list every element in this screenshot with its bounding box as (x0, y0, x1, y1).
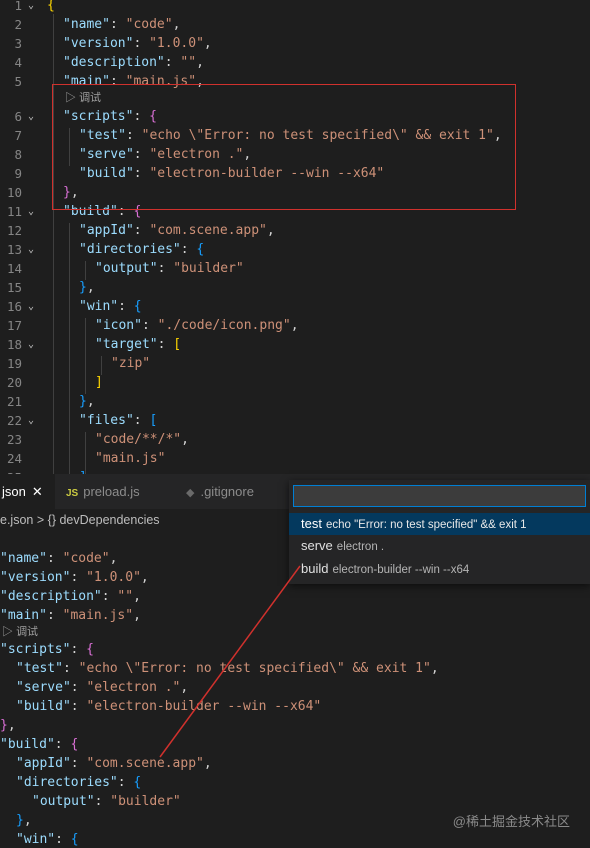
line-number: 10 (6, 185, 22, 200)
script-name: test (301, 516, 322, 531)
code-line: "description": "", (0, 589, 141, 604)
code-line: "main.js" (95, 451, 166, 466)
fold-chevron-icon[interactable]: ⌄ (28, 107, 34, 126)
line-number: 20 (6, 375, 22, 390)
line-number: 2 (14, 17, 22, 32)
breadcrumb-symbol[interactable]: devDependencies (59, 513, 159, 527)
code-line: "build": { (0, 737, 79, 752)
line-number: 13 (6, 242, 22, 257)
quick-pick-input[interactable] (293, 485, 586, 507)
code-line: "name": "code", (0, 551, 118, 566)
quick-pick-item-test[interactable]: test echo "Error: no test specified" && e… (289, 513, 590, 535)
fold-chevron-icon[interactable]: ⌄ (28, 240, 34, 259)
fold-chevron-icon[interactable]: ⌄ (28, 0, 34, 15)
script-name: serve (301, 538, 333, 553)
fold-chevron-icon[interactable]: ⌄ (28, 411, 34, 430)
quick-pick-item-serve[interactable]: serve electron . (289, 535, 590, 557)
braces-icon: {} (47, 513, 56, 527)
tab-package-json[interactable]: json ✕ (0, 474, 55, 509)
line-number: 18 (6, 337, 22, 352)
fold-chevron-icon[interactable]: ⌄ (28, 202, 34, 221)
script-command: electron . (336, 541, 385, 553)
breadcrumb: e.json > {} devDependencies (0, 511, 160, 529)
code-line: }, (79, 394, 95, 409)
code-line: "directories": { (16, 775, 142, 790)
line-number: 24 (6, 451, 22, 466)
annotation-highlight-box (52, 84, 516, 210)
code-line: "directories": { (79, 242, 205, 257)
code-line: "output": "builder" (95, 261, 244, 276)
line-number: 21 (6, 394, 22, 409)
line-number: 23 (6, 432, 22, 447)
git-file-icon: ◆ (186, 487, 195, 499)
code-line: "target": [ (95, 337, 182, 352)
code-line: "appId": "com.scene.app", (16, 756, 212, 771)
tab-gitignore[interactable]: ◆ .gitignore (186, 474, 286, 509)
code-line: }, (79, 280, 95, 295)
code-line: "win": { (79, 299, 142, 314)
script-command: echo "Error: no test specified" && exit … (325, 519, 527, 531)
code-line: "test": "echo \"Error: no test specified… (16, 661, 439, 676)
tab-preload-js[interactable]: JS preload.js (66, 474, 170, 509)
script-command: electron-builder --win --x64 (332, 564, 470, 576)
code-line: "files": [ (79, 413, 158, 428)
breadcrumb-file[interactable]: e.json (0, 513, 33, 527)
code-line: "build": "electron-builder --win --x64" (16, 699, 322, 714)
fold-chevron-icon[interactable]: ⌄ (28, 335, 34, 354)
tab-label: json (2, 484, 26, 499)
fold-chevron-icon[interactable]: ⌄ (28, 297, 34, 316)
line-number: 17 (6, 318, 22, 333)
indent-guide (85, 318, 86, 394)
code-line: "description": "", (63, 55, 204, 70)
line-number: 19 (6, 356, 22, 371)
line-number: 14 (6, 261, 22, 276)
code-line: "zip" (111, 356, 151, 371)
code-line: "version": "1.0.0", (63, 36, 212, 51)
script-name: build (301, 561, 329, 576)
line-number: 15 (6, 280, 22, 295)
code-line: "main": "main.js", (0, 608, 141, 623)
line-number: 16 (6, 299, 22, 314)
line-number: 11 (6, 204, 22, 219)
line-number: 7 (14, 128, 22, 143)
tab-label: .gitignore (200, 484, 254, 499)
tab-label: preload.js (83, 484, 140, 499)
code-line: }, (0, 718, 16, 733)
code-line: "serve": "electron .", (16, 680, 189, 695)
debug-codelens[interactable]: ▷ 调试 (2, 625, 38, 639)
line-number: 12 (6, 223, 22, 238)
code-line: "name": "code", (63, 17, 181, 32)
line-number: 3 (14, 36, 22, 51)
code-line: "scripts": { (0, 642, 94, 657)
code-line: }, (16, 813, 32, 828)
js-file-icon: JS (66, 488, 79, 499)
top-editor[interactable]: 1 2 3 4 5 6 7 8 9 10 11 12 13 14 15 16 1… (0, 0, 590, 474)
code-line: { (47, 0, 55, 13)
indent-guide (69, 223, 70, 474)
line-number: 5 (14, 74, 22, 89)
npm-script-quick-pick: test echo "Error: no test specified" && e… (289, 480, 590, 584)
debug-codelens-label: 调试 (16, 626, 39, 638)
debug-play-icon: ▷ (2, 626, 13, 638)
line-number: 22 (6, 413, 22, 428)
quick-pick-item-build[interactable]: build electron-builder --win --x64 (289, 558, 590, 580)
code-line: "icon": "./code/icon.png", (95, 318, 299, 333)
code-line: "appId": "com.scene.app", (79, 223, 275, 238)
watermark: @稀土掘金技术社区 (452, 814, 570, 829)
line-number: 1 (14, 0, 22, 13)
line-number: 8 (14, 147, 22, 162)
indent-guide (53, 14, 54, 474)
line-number: 9 (14, 166, 22, 181)
code-line: ] (95, 375, 103, 390)
close-icon[interactable]: ✕ (32, 484, 43, 499)
code-line: "output": "builder" (32, 794, 181, 809)
code-line: "code/**/*", (95, 432, 189, 447)
line-number: 4 (14, 55, 22, 70)
code-line: "version": "1.0.0", (0, 570, 149, 585)
breadcrumb-separator: > (36, 513, 45, 527)
code-line: "win": { (16, 832, 79, 847)
line-number: 6 (14, 109, 22, 124)
